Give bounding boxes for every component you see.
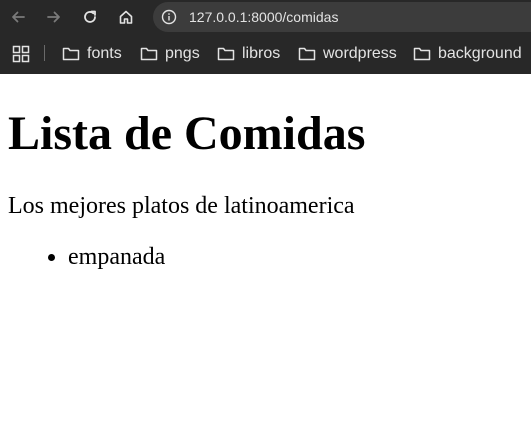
back-button[interactable]	[5, 4, 31, 30]
forward-button[interactable]	[41, 4, 67, 30]
bookmark-pngs[interactable]: pngs	[140, 42, 200, 66]
page-content: Lista de Comidas Los mejores platos de l…	[0, 74, 531, 447]
browser-chrome: 127.0.0.1:8000/comidas fonts pngs libros…	[0, 0, 531, 74]
page-title: Lista de Comidas	[8, 107, 366, 160]
folder-icon	[298, 47, 316, 61]
page-subtitle: Los mejores platos de latinoamerica	[8, 193, 355, 219]
back-arrow-icon	[12, 11, 25, 23]
bookmark-background[interactable]: background	[413, 42, 522, 66]
apps-grid-icon[interactable]	[12, 45, 30, 63]
reload-button[interactable]	[77, 4, 103, 30]
forward-arrow-icon	[47, 11, 60, 23]
address-url[interactable]: 127.0.0.1:8000/comidas	[189, 9, 338, 25]
reload-icon	[84, 10, 96, 23]
navigation-bar: 127.0.0.1:8000/comidas	[0, 0, 531, 34]
folder-icon	[140, 47, 158, 61]
bookmark-fonts[interactable]: fonts	[62, 42, 122, 66]
bookmark-label: background	[438, 45, 522, 62]
bookmark-label: libros	[242, 45, 281, 62]
info-circle-icon[interactable]	[161, 9, 177, 25]
home-button[interactable]	[113, 4, 139, 30]
home-icon	[119, 10, 133, 24]
address-bar[interactable]: 127.0.0.1:8000/comidas	[153, 2, 531, 32]
bookmark-label: fonts	[87, 45, 122, 62]
folder-icon	[62, 47, 80, 61]
list-item: empanada	[68, 242, 165, 272]
bookmarks-bar: fonts pngs libros wordpress background	[0, 34, 531, 74]
folder-icon	[217, 47, 235, 61]
bookmark-libros[interactable]: libros	[217, 42, 280, 66]
bookmark-label: wordpress	[323, 45, 397, 62]
folder-icon	[413, 47, 431, 61]
food-list: empanada	[0, 242, 165, 272]
bookmark-wordpress[interactable]: wordpress	[298, 42, 397, 66]
bookmarks-separator	[44, 45, 45, 61]
bookmark-label: pngs	[165, 45, 200, 62]
